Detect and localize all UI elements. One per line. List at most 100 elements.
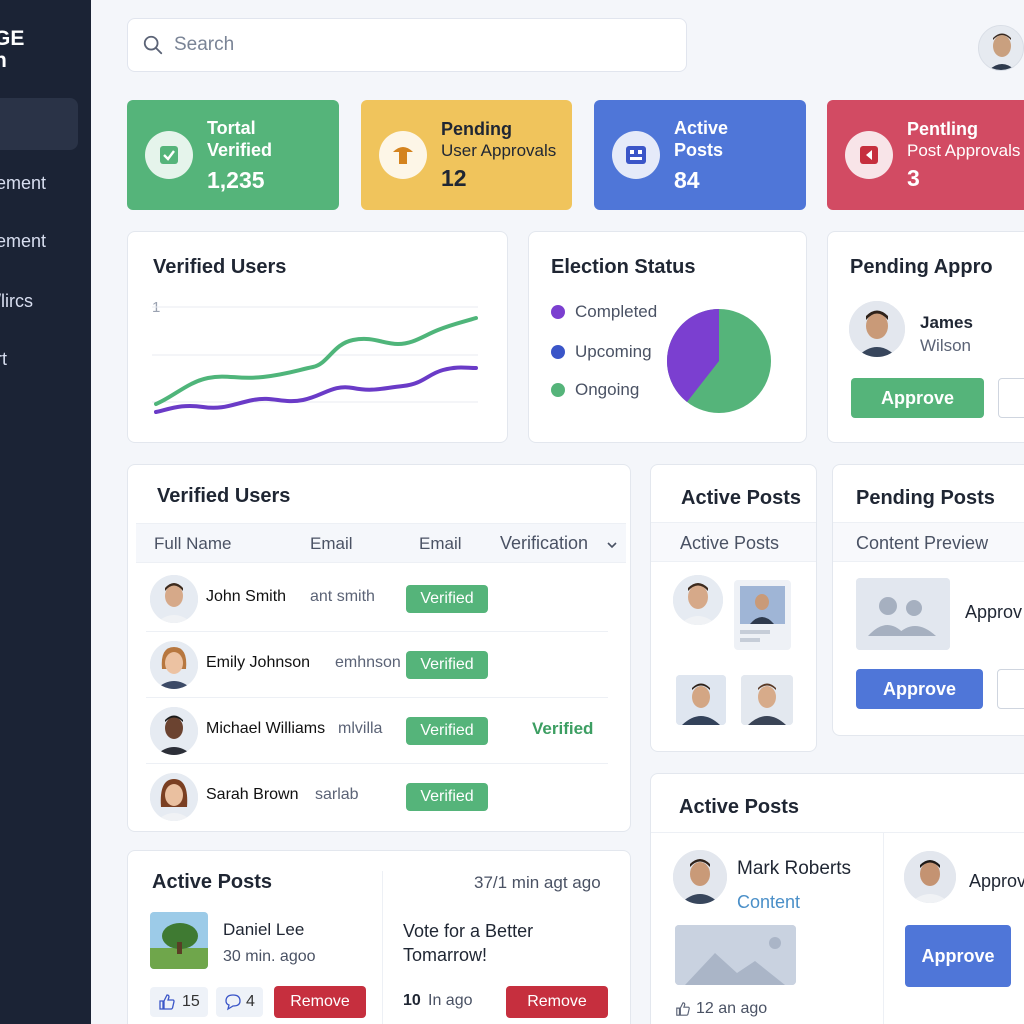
like-button[interactable]: 15 [150, 987, 208, 1017]
post-time-ago: In ago [428, 992, 473, 1009]
stat-value: 3 [907, 165, 920, 191]
card-title: Verified Users [157, 485, 291, 507]
avatar-image [979, 26, 1023, 70]
search-input[interactable] [174, 34, 654, 56]
comment-count: 4 [246, 993, 255, 1010]
stat-label: Pending [441, 119, 512, 139]
active-posts-approval-card: Active Posts Mark Roberts Content 12 an … [650, 773, 1024, 1024]
post-count: 10 [403, 992, 421, 1009]
legend-dot [551, 383, 565, 397]
verified-users-table-card: Verified Users Full Name Email Email Ver… [127, 464, 631, 832]
card-title: Election Status [551, 256, 696, 278]
sidebar-item-report[interactable]: ort [0, 333, 7, 385]
approve-button[interactable]: Approve [851, 378, 984, 418]
legend-label: Upcoming [575, 342, 652, 361]
series-green-line [154, 316, 478, 406]
post-time: 37/1 min agt ago [474, 873, 601, 892]
legend-dot [551, 305, 565, 319]
election-status-card: Election Status Completed Upcoming Ongoi… [528, 231, 807, 443]
user-pending-icon [379, 131, 427, 179]
avatar [673, 850, 727, 904]
post-avatar[interactable] [673, 575, 723, 625]
sidebar-item-label: gement [0, 172, 47, 193]
stat-label: Tortal [207, 117, 256, 138]
user-name: Michael Williams [206, 720, 326, 737]
table-row[interactable]: Sarah Brown sarlab Verified [146, 764, 608, 830]
likes-time: 12 an ago [696, 1000, 768, 1017]
user-email: sarlab [315, 786, 359, 803]
brand-logo-text: GE n [0, 27, 25, 72]
post-text: Vote for a Better Tomarrow! [403, 921, 534, 965]
column-header-verification[interactable]: Verification [500, 533, 588, 554]
approve-button[interactable]: Approve [856, 669, 983, 709]
series-purple-line [154, 365, 478, 414]
search-bar[interactable] [127, 18, 687, 72]
stat-value: 1,235 [207, 166, 265, 193]
stat-card-active-posts[interactable]: Active Posts 84 [594, 100, 806, 210]
thumbs-up-icon[interactable] [675, 1001, 691, 1017]
comment-button[interactable]: 4 [216, 987, 263, 1017]
column-header-email-2[interactable]: Email [419, 534, 462, 554]
legend-label: Ongoing [575, 380, 640, 399]
sidebar-item-elections[interactable]: h/lircs [0, 275, 33, 327]
subheader-label: Active Posts [680, 533, 780, 553]
avatar [849, 301, 905, 357]
user-name: Sarah Brown [206, 786, 299, 803]
post-pending-icon [845, 131, 893, 179]
table-row[interactable]: Emily Johnson emhnson Verified [146, 632, 608, 698]
reject-button[interactable] [997, 669, 1024, 709]
post-thumbnail[interactable] [741, 675, 793, 725]
stat-label: Posts [674, 139, 724, 160]
verified-users-chart-card: Verified Users 1 [127, 231, 508, 443]
column-header-email[interactable]: Email [310, 534, 353, 554]
approval-first-name: James [920, 313, 973, 332]
post-author: Mark Roberts [737, 858, 852, 879]
column-header-full-name[interactable]: Full Name [154, 534, 231, 554]
chevron-down-icon[interactable] [606, 539, 618, 551]
post-thumbnail[interactable] [734, 580, 791, 650]
sidebar-item-dashboard[interactable]: d [0, 98, 78, 150]
approve-button[interactable]: Approve [905, 925, 1011, 987]
post-image-placeholder[interactable] [675, 925, 796, 985]
sidebar-item-user-management[interactable]: gement [0, 157, 46, 209]
avatar [904, 851, 956, 903]
verified-badge: Verified [406, 585, 488, 613]
user-avatar[interactable] [978, 25, 1024, 71]
reject-button[interactable] [998, 378, 1024, 418]
user-email: emhnson [335, 654, 401, 671]
avatar [150, 773, 198, 821]
stat-label: Post Approvals [907, 141, 1021, 160]
verified-check-icon [145, 131, 193, 179]
stat-card-pending-post-approvals[interactable]: Pentling Post Approvals 3 [827, 100, 1024, 210]
active-posts-feed-card: Active Posts 37/1 min agt ago Daniel Lee… [127, 850, 631, 1024]
remove-button[interactable]: Remove [506, 986, 608, 1018]
table-row[interactable]: John Smith ant smith Verified [146, 566, 608, 632]
approval-last-name: Wilson [920, 336, 972, 355]
post-author: Daniel Lee [223, 920, 305, 939]
post-thumbnail[interactable] [676, 675, 726, 725]
stat-label: User Approvals [441, 141, 557, 160]
sidebar-item-label: ort [0, 348, 8, 369]
stat-value: 12 [441, 165, 467, 191]
sidebar-item-label: gement [0, 230, 47, 251]
sidebar: GE n d gement gement h/lircs ort [0, 0, 91, 1024]
table-row[interactable]: Michael Williams mlvilla Verified Verifi… [146, 698, 608, 764]
post-image[interactable] [150, 912, 208, 969]
verified-badge: Verified [406, 717, 488, 745]
verified-badge: Verified [406, 651, 488, 679]
stat-card-pending-user-approvals[interactable]: Pending User Approvals 12 [361, 100, 572, 210]
divider [651, 832, 1024, 833]
verified-badge: Verified [406, 783, 488, 811]
verified-users-line-chart: 1 [152, 299, 478, 414]
sidebar-item-post-management[interactable]: gement [0, 215, 46, 267]
posts-icon [612, 131, 660, 179]
stat-card-total-verified[interactable]: Tortal Verified 1,235 [127, 100, 339, 210]
remove-button[interactable]: Remove [274, 986, 366, 1018]
stat-value: 84 [674, 166, 700, 193]
user-email: ant smith [310, 588, 375, 605]
card-title: Active Posts [152, 871, 273, 893]
divider [883, 832, 884, 1024]
card-title: Pending Appro [850, 256, 993, 278]
content-preview-image[interactable] [856, 578, 950, 650]
card-title: Active Posts [679, 796, 800, 818]
